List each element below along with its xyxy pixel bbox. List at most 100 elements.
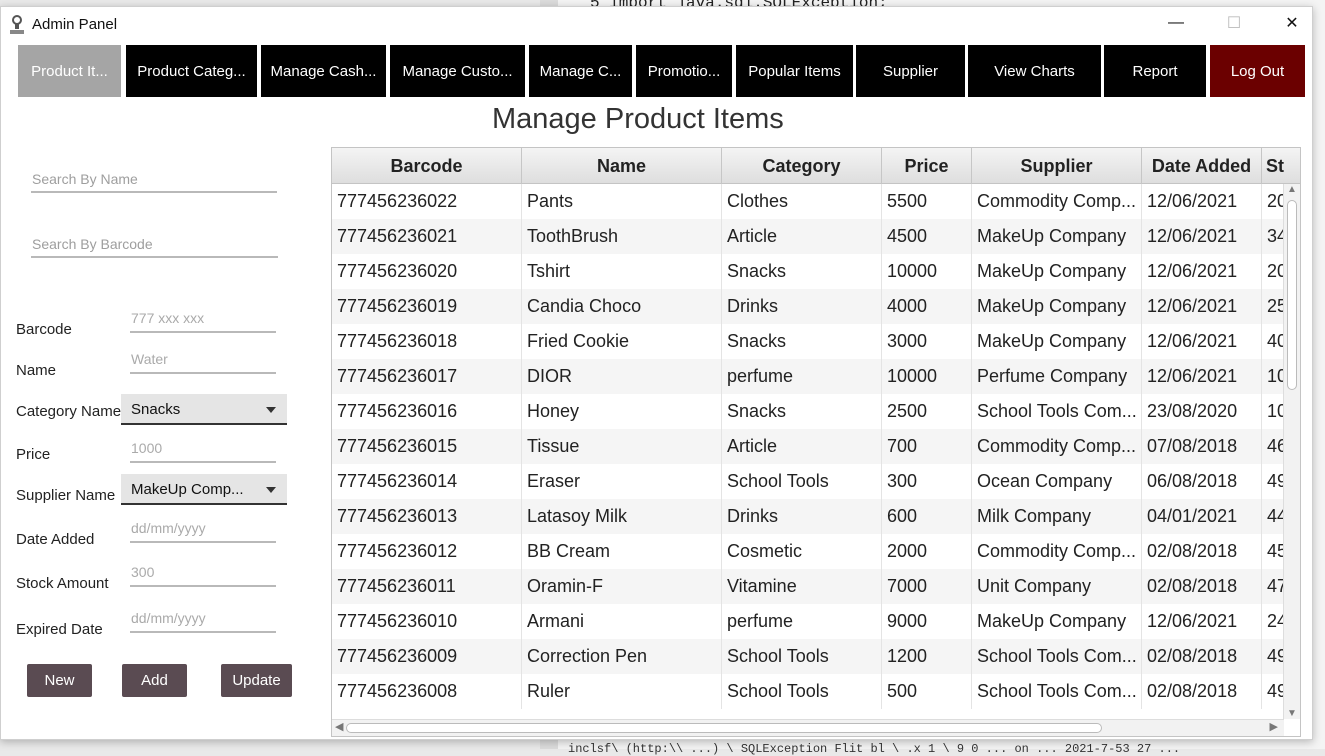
table-cell: 24 (1262, 604, 1284, 639)
nav-manage-customer[interactable]: Manage Custo... (390, 45, 525, 97)
table-row[interactable]: 777456236017 DIOR perfume 10000 Perfume Comp… (332, 359, 1284, 394)
horizontal-scroll-thumb[interactable] (346, 723, 1102, 733)
table-cell: School Tools (722, 639, 882, 674)
search-by-barcode-placeholder: Search By Barcode (32, 236, 153, 252)
table-row[interactable]: 777456236011 Oramin-F Vitamine 7000 Unit Com… (332, 569, 1284, 604)
table-row[interactable]: 777456236010 Armani perfume 9000 MakeUp Comp… (332, 604, 1284, 639)
table-cell: School Tools (722, 464, 882, 499)
table-cell: 34 (1262, 219, 1284, 254)
barcode-field[interactable]: 777 xxx xxx (130, 305, 276, 333)
nav-supplier[interactable]: Supplier (856, 45, 965, 97)
table-cell: Vitamine (722, 569, 882, 604)
table-cell: Snacks (722, 254, 882, 289)
search-by-name-input[interactable]: Search By Name (31, 163, 277, 193)
column-header[interactable]: Date Added (1142, 148, 1262, 184)
nav-view-charts[interactable]: View Charts (968, 45, 1101, 97)
column-header[interactable]: Supplier (972, 148, 1142, 184)
nav-manage-cashier[interactable]: Manage Cash... (261, 45, 386, 97)
column-header[interactable]: Category (722, 148, 882, 184)
scroll-right-icon[interactable]: ▶ (1270, 720, 1278, 733)
table-row[interactable]: 777456236019 Candia Choco Drinks 4000 MakeUp… (332, 289, 1284, 324)
table-cell: Ocean Company (972, 464, 1142, 499)
table-cell: 2500 (882, 394, 972, 429)
table-row[interactable]: 777456236012 BB Cream Cosmetic 2000 Commodit… (332, 534, 1284, 569)
table-cell: 700 (882, 429, 972, 464)
table-cell: 4500 (882, 219, 972, 254)
nav-promotion[interactable]: Promotio... (636, 45, 732, 97)
scroll-left-icon[interactable]: ◀ (335, 720, 343, 733)
table-cell: Unit Company (972, 569, 1142, 604)
price-field[interactable]: 1000 (130, 435, 276, 463)
name-field[interactable]: Water (130, 346, 276, 374)
category-name-label: Category Name (16, 403, 122, 420)
scroll-down-icon[interactable]: ▼ (1287, 708, 1297, 719)
horizontal-scrollbar[interactable]: ◀ ▶ (332, 719, 1284, 736)
column-header[interactable]: Price (882, 148, 972, 184)
add-button[interactable]: Add (122, 664, 187, 697)
vertical-scrollbar[interactable]: ▲ ▼ (1283, 184, 1300, 719)
table-row[interactable]: 777456236021 ToothBrush Article 4500 MakeUp … (332, 219, 1284, 254)
table-cell: 777456236012 (332, 534, 522, 569)
table-row[interactable]: 777456236009 Correction Pen School Tools 12… (332, 639, 1284, 674)
minimize-button[interactable]: — (1153, 7, 1199, 39)
supplier-name-label: Supplier Name (16, 487, 116, 504)
table-cell: 777456236008 (332, 674, 522, 709)
table-row[interactable]: 777456236018 Fried Cookie Snacks 3000 MakeUp… (332, 324, 1284, 359)
column-header[interactable]: Barcode (332, 148, 522, 184)
table-body: 777456236022 Pants Clothes 5500 Commodity Co… (332, 184, 1284, 719)
close-button[interactable]: ✕ (1269, 7, 1312, 39)
table-cell: School Tools Com... (972, 639, 1142, 674)
table-row[interactable]: 777456236014 Eraser School Tools 300 Ocean C… (332, 464, 1284, 499)
new-button[interactable]: New (27, 664, 92, 697)
scroll-up-icon[interactable]: ▲ (1287, 184, 1297, 195)
column-header[interactable]: St (1262, 148, 1300, 184)
table-cell: 500 (882, 674, 972, 709)
table-cell: Drinks (722, 499, 882, 534)
table-cell: 300 (882, 464, 972, 499)
table-row[interactable]: 777456236013 Latasoy Milk Drinks 600 Milk Co… (332, 499, 1284, 534)
table-cell: 3000 (882, 324, 972, 359)
table-cell: 12/06/2021 (1142, 359, 1262, 394)
product-items-table[interactable]: Barcode Name Category Price Supplier Date Add… (331, 147, 1301, 737)
table-cell: Pants (522, 184, 722, 219)
table-cell: 02/08/2018 (1142, 639, 1262, 674)
table-row[interactable]: 777456236015 Tissue Article 700 Commodity Co… (332, 429, 1284, 464)
table-cell: Snacks (722, 324, 882, 359)
maximize-button[interactable]: ☐ (1211, 7, 1257, 39)
nav-report[interactable]: Report (1104, 45, 1206, 97)
nav-product-category[interactable]: Product Categ... (126, 45, 257, 97)
table-cell: MakeUp Company (972, 324, 1142, 359)
table-cell: Tissue (522, 429, 722, 464)
table-cell: Commodity Comp... (972, 184, 1142, 219)
expired-date-field[interactable]: dd/mm/yyyy (130, 605, 276, 633)
supplier-select[interactable]: MakeUp Comp... (121, 474, 287, 505)
table-cell: 4000 (882, 289, 972, 324)
table-cell: 777456236018 (332, 324, 522, 359)
table-cell: 02/08/2018 (1142, 569, 1262, 604)
table-cell: Latasoy Milk (522, 499, 722, 534)
table-row[interactable]: 777456236020 Tshirt Snacks 10000 MakeUp Comp… (332, 254, 1284, 289)
table-cell: Armani (522, 604, 722, 639)
vertical-scroll-thumb[interactable] (1287, 200, 1297, 390)
stock-amount-field[interactable]: 300 (130, 559, 276, 587)
table-row[interactable]: 777456236016 Honey Snacks 2500 School Tools … (332, 394, 1284, 429)
category-select[interactable]: Snacks (121, 394, 287, 425)
date-added-label: Date Added (16, 531, 95, 548)
search-by-barcode-input[interactable]: Search By Barcode (31, 228, 278, 258)
supplier-select-value: MakeUp Comp... (131, 481, 244, 498)
nav-product-items[interactable]: Product It... (18, 45, 121, 97)
table-cell: 45 (1262, 534, 1284, 569)
nav-popular-items[interactable]: Popular Items (736, 45, 853, 97)
table-cell: Milk Company (972, 499, 1142, 534)
table-cell: 02/08/2018 (1142, 674, 1262, 709)
log-out-button[interactable]: Log Out (1210, 45, 1305, 97)
table-row[interactable]: 777456236008 Ruler School Tools 500 School T… (332, 674, 1284, 709)
window-title: Admin Panel (32, 16, 118, 33)
table-row[interactable]: 777456236022 Pants Clothes 5500 Commodity Co… (332, 184, 1284, 219)
update-button[interactable]: Update (221, 664, 292, 697)
date-added-field[interactable]: dd/mm/yyyy (130, 515, 276, 543)
nav-manage-c[interactable]: Manage C... (529, 45, 632, 97)
table-cell: BB Cream (522, 534, 722, 569)
table-cell: 7000 (882, 569, 972, 604)
column-header[interactable]: Name (522, 148, 722, 184)
